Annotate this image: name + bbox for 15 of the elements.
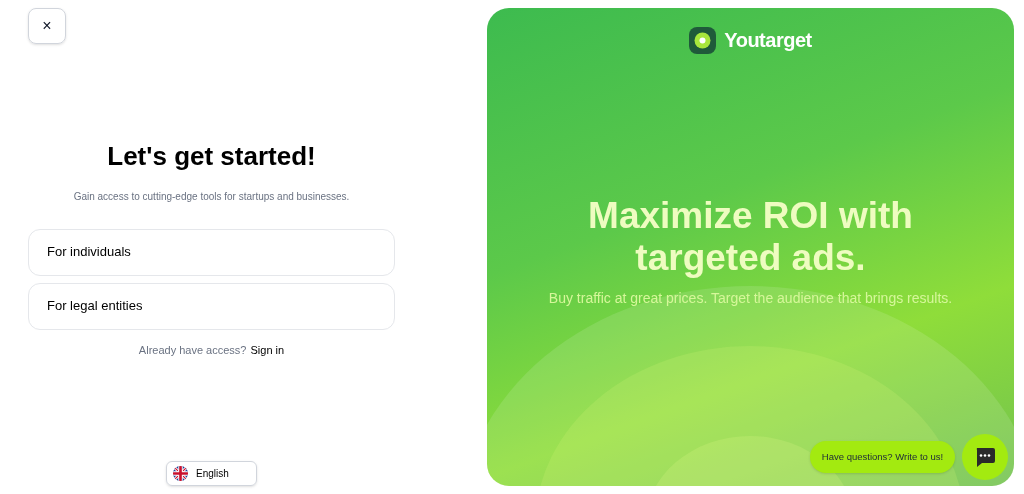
subtitle: Gain access to cutting-edge tools for startups and businesses. bbox=[73, 189, 350, 204]
brand-name: Youtarget bbox=[724, 28, 812, 53]
uk-flag-icon bbox=[173, 466, 188, 481]
sign-in-link[interactable]: Sign in bbox=[250, 341, 285, 358]
promo-headline: Maximize ROI with targeted ads. bbox=[587, 195, 914, 279]
logo-icon bbox=[689, 26, 717, 54]
close-button[interactable]: × bbox=[28, 8, 66, 44]
language-selector[interactable]: English bbox=[166, 461, 257, 486]
promo-tagline: Buy traffic at great prices. Target the audience that brings results. bbox=[548, 289, 953, 308]
heading: Let's get started! bbox=[107, 140, 316, 173]
account-type-option[interactable]: For individuals bbox=[28, 228, 395, 276]
chat-icon bbox=[974, 446, 996, 468]
sign-in-prompt: Already have access? bbox=[138, 342, 247, 358]
account-type-option[interactable]: For legal entities bbox=[28, 282, 395, 330]
chat-prompt[interactable]: Have questions? Write to us! bbox=[810, 441, 955, 473]
